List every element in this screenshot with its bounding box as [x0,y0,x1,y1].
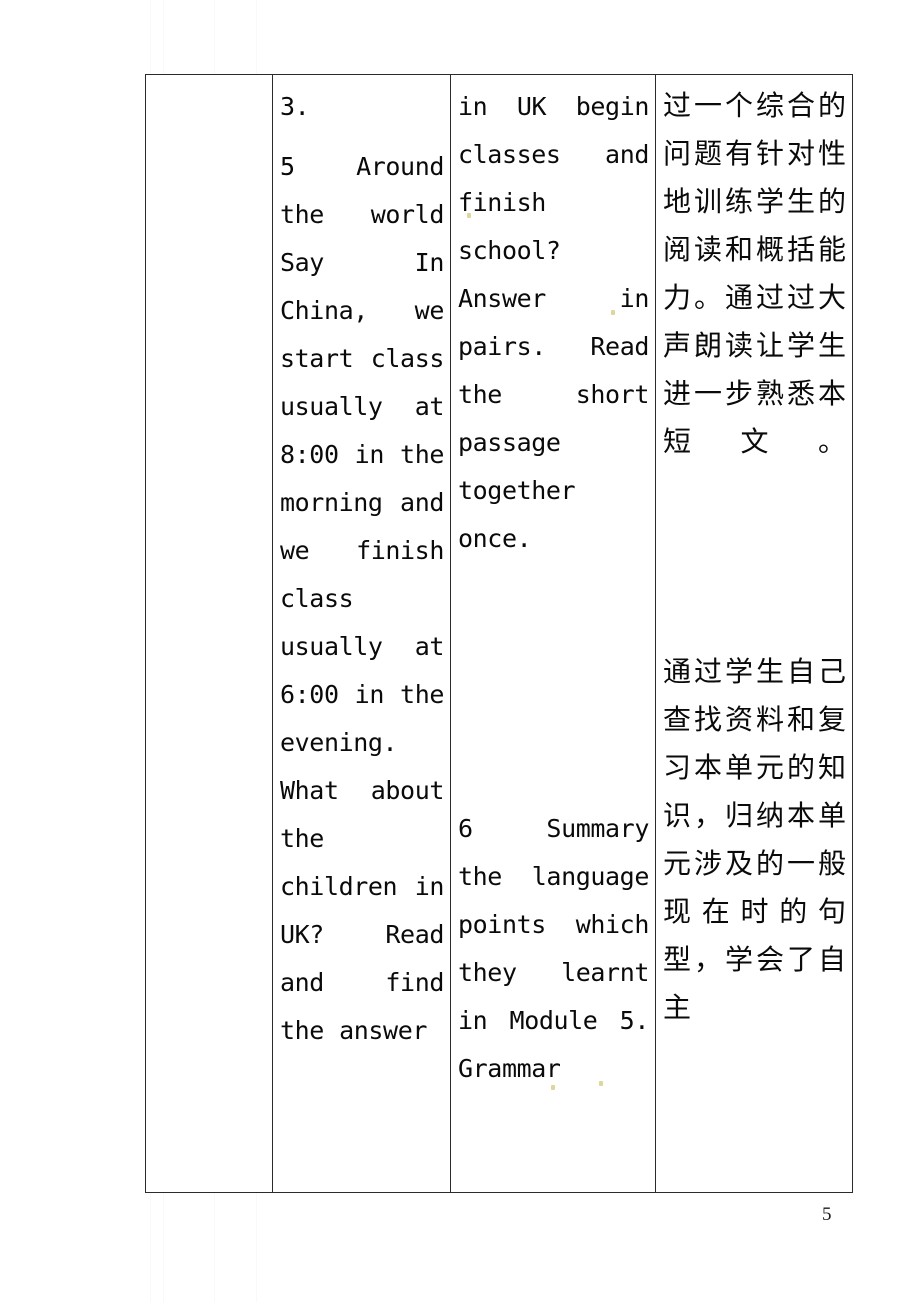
steps-body: 5 Around the world Say In China, we star… [280,152,444,1045]
scan-speck [611,310,615,315]
design-intent-second: 通过学生自己查找资料和复习本单元的知识，归纳本单元涉及的一般现在时的句型，学会了… [663,657,846,1024]
table-row: 3. 5 Around the world Say In China, we s… [145,74,853,1193]
activities-body-second: 6 Summary the language points which they… [458,814,649,1083]
steps-heading: 3. [280,92,310,121]
table-cell-teaching-steps: 3. 5 Around the world Say In China, we s… [272,74,451,1193]
table-cell-design-intent: 过一个综合的问题有针对性地训练学生的阅读和概括能力。通过过大声朗读让学生进一步熟… [655,74,853,1193]
page-number: 5 [822,1204,832,1225]
scan-speck [467,213,471,218]
scan-speck [599,1081,603,1086]
design-intent-first: 过一个综合的问题有针对性地训练学生的阅读和概括能力。通过过大声朗读让学生进一步熟… [663,91,846,458]
scan-speck [551,1085,555,1090]
table-cell-blank [145,74,273,1193]
table-cell-activities: in UK begin classes and finish school? A… [450,74,656,1193]
activities-body-first: in UK begin classes and finish school? A… [458,92,649,553]
document-page: 3. 5 Around the world Say In China, we s… [0,0,920,1302]
lesson-plan-table: 3. 5 Around the world Say In China, we s… [145,74,853,1193]
